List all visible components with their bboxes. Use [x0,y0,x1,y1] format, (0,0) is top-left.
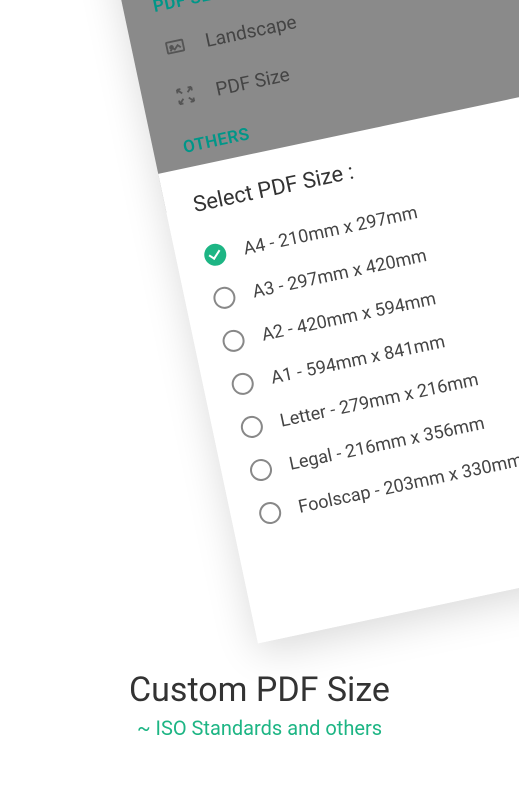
landscape-icon [160,31,191,62]
phone-screenshot: Clear History PDF SETTINGS Landscape PDF… [100,0,519,643]
radio-icon [230,371,256,397]
setting-label: PDF Size [213,62,291,100]
radio-icon [239,414,265,440]
promo-caption: Custom PDF Size ~ ISO Standards and othe… [0,670,519,740]
radio-icon [221,328,247,354]
setting-label: Landscape [203,10,298,52]
radio-icon [257,500,283,526]
radio-selected-icon [202,242,228,268]
radio-icon [248,457,274,483]
radio-icon [211,285,237,311]
caption-subtitle: ~ ISO Standards and others [0,716,519,740]
caption-title: Custom PDF Size [0,670,519,710]
expand-icon [170,80,201,111]
